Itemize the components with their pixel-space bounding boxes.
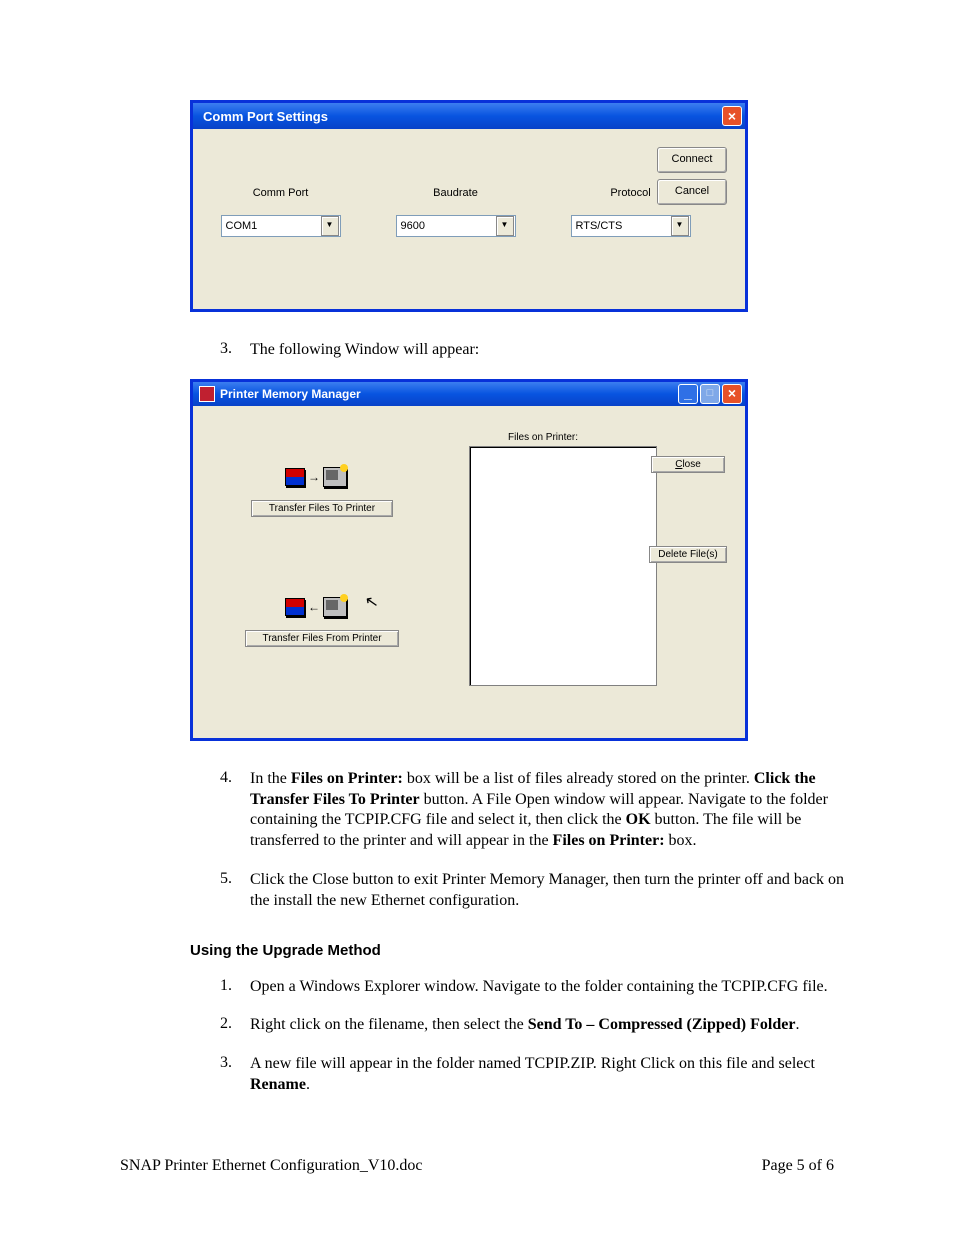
files-on-printer-label: Files on Printer: bbox=[508, 432, 578, 443]
app-icon bbox=[199, 386, 215, 402]
step-text: Click the Close button to exit Printer M… bbox=[250, 870, 860, 912]
page-footer: SNAP Printer Ethernet Configuration_V10.… bbox=[120, 1157, 834, 1175]
dialog-titlebar: Comm Port Settings × bbox=[193, 103, 745, 129]
step-text: A new file will appear in the folder nam… bbox=[250, 1054, 860, 1096]
minimize-icon[interactable]: _ bbox=[678, 384, 698, 404]
commport-combobox[interactable]: COM1 ▼ bbox=[221, 215, 341, 237]
step-text: Open a Windows Explorer window. Navigate… bbox=[250, 977, 860, 998]
printer-memory-manager-dialog: Printer Memory Manager _ □ × → Transfer … bbox=[190, 379, 748, 741]
baudrate-value: 9600 bbox=[397, 220, 495, 232]
maximize-icon: □ bbox=[700, 384, 720, 404]
chevron-down-icon[interactable]: ▼ bbox=[671, 216, 689, 236]
baudrate-combobox[interactable]: 9600 ▼ bbox=[396, 215, 516, 237]
transfer-files-from-printer-button[interactable]: Transfer Files From Printer bbox=[245, 630, 399, 647]
dialog-titlebar: Printer Memory Manager _ □ × bbox=[193, 382, 745, 406]
upgrade-step-3: 3. A new file will appear in the folder … bbox=[220, 1054, 860, 1096]
protocol-combobox[interactable]: RTS/CTS ▼ bbox=[571, 215, 691, 237]
upgrade-step-1: 1. Open a Windows Explorer window. Navig… bbox=[220, 977, 860, 998]
transfer-to-printer-icon: → bbox=[281, 462, 351, 492]
footer-filename: SNAP Printer Ethernet Configuration_V10.… bbox=[120, 1157, 422, 1175]
step-4: 4. In the Files on Printer: box will be … bbox=[220, 769, 860, 852]
close-button[interactable]: Close bbox=[651, 456, 725, 473]
step-number: 3. bbox=[220, 340, 240, 361]
comm-port-settings-dialog: Comm Port Settings × Connect Cancel Comm… bbox=[190, 100, 748, 312]
commport-label: Comm Port bbox=[253, 187, 309, 199]
step-number: 3. bbox=[220, 1054, 240, 1096]
commport-value: COM1 bbox=[222, 220, 320, 232]
step-number: 5. bbox=[220, 870, 240, 912]
footer-page-number: Page 5 of 6 bbox=[762, 1157, 834, 1175]
step-5: 5. Click the Close button to exit Printe… bbox=[220, 870, 860, 912]
close-icon[interactable]: × bbox=[722, 106, 742, 126]
baudrate-label: Baudrate bbox=[433, 187, 478, 199]
dialog-title: Printer Memory Manager bbox=[220, 387, 361, 401]
step-text: In the Files on Printer: box will be a l… bbox=[250, 769, 860, 852]
step-number: 2. bbox=[220, 1015, 240, 1036]
upgrade-step-2: 2. Right click on the filename, then sel… bbox=[220, 1015, 860, 1036]
close-icon[interactable]: × bbox=[722, 384, 742, 404]
transfer-from-printer-icon: ← bbox=[281, 592, 351, 622]
dialog-title: Comm Port Settings bbox=[203, 109, 328, 124]
step-number: 1. bbox=[220, 977, 240, 998]
step-text: Right click on the filename, then select… bbox=[250, 1015, 860, 1036]
chevron-down-icon[interactable]: ▼ bbox=[496, 216, 514, 236]
cursor-icon: ↖ bbox=[363, 591, 380, 613]
delete-files-button[interactable]: Delete File(s) bbox=[649, 546, 727, 563]
section-heading: Using the Upgrade Method bbox=[190, 942, 860, 959]
step-number: 4. bbox=[220, 769, 240, 852]
transfer-files-to-printer-button[interactable]: Transfer Files To Printer bbox=[251, 500, 393, 517]
files-on-printer-listbox[interactable] bbox=[469, 446, 657, 686]
connect-button[interactable]: Connect bbox=[657, 147, 727, 173]
chevron-down-icon[interactable]: ▼ bbox=[321, 216, 339, 236]
protocol-label: Protocol bbox=[610, 187, 650, 199]
protocol-value: RTS/CTS bbox=[572, 220, 670, 232]
step-3: 3. The following Window will appear: bbox=[220, 340, 860, 361]
step-text: The following Window will appear: bbox=[250, 340, 860, 361]
